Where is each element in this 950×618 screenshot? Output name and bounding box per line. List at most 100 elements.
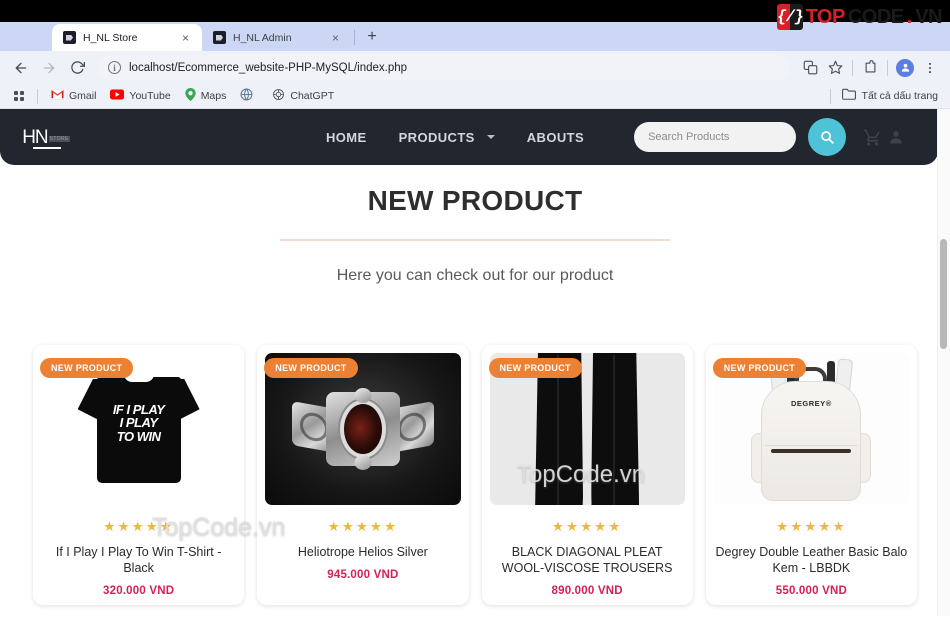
search-area	[634, 118, 847, 156]
address-bar-url: localhost/Ecommerce_website-PHP-MySQL/in…	[129, 61, 408, 74]
nav-link-label: PRODUCTS	[398, 129, 475, 145]
close-icon[interactable]: ×	[328, 30, 343, 45]
bookmark-label: YouTube	[129, 90, 171, 102]
user-icon[interactable]	[888, 129, 904, 145]
browser-tab-admin[interactable]: H_NL Admin ×	[202, 24, 352, 51]
search-box[interactable]	[634, 122, 797, 152]
product-card[interactable]: NEW PRODUCT IF I PLAY I PLAY TO WIN ★★★★…	[33, 344, 245, 605]
tshirt-line-2: I PLAY	[119, 415, 158, 431]
gmail-icon	[50, 89, 65, 103]
product-price: 320.000 VND	[103, 584, 175, 597]
tshirt-line-1: IF I PLAY	[112, 401, 165, 417]
chatgpt-icon	[272, 88, 285, 104]
reload-icon[interactable]	[64, 55, 90, 81]
apps-grid-button[interactable]	[8, 89, 30, 103]
search-icon	[821, 131, 834, 144]
browser-window: {/} TOP CODE. VN H_NL Store × H_NL Admin ×…	[0, 0, 950, 618]
forward-icon	[36, 55, 62, 81]
topcode-brackets-icon: {/}	[775, 4, 804, 30]
page-title: NEW PRODUCT	[367, 185, 583, 216]
scrollbar-thumb[interactable]	[940, 239, 947, 349]
all-bookmarks-button[interactable]: Tất cả dấu trang	[825, 87, 942, 105]
search-input[interactable]	[648, 131, 783, 143]
youtube-icon	[110, 89, 125, 103]
product-price: 550.000 VND	[775, 584, 847, 597]
maps-icon	[184, 88, 196, 104]
rating-stars: ★★★★★	[327, 518, 399, 534]
tab-title: H_NL Store	[83, 31, 138, 44]
bookmark-chatgpt[interactable]: ChatGPT	[266, 86, 340, 106]
nav-link-label: HOME	[326, 129, 367, 145]
status-badge: NEW PRODUCT	[40, 357, 134, 378]
product-title: Degrey Double Leather Basic Balo Kem - L…	[715, 544, 908, 575]
bookmark-globe[interactable]	[234, 86, 264, 106]
logo-text-sub: STORE	[48, 135, 70, 142]
site-info-icon[interactable]: i	[108, 61, 121, 74]
back-icon[interactable]	[8, 55, 34, 81]
chevron-down-icon	[486, 135, 495, 139]
topcode-logo-vn: VN	[915, 5, 942, 28]
bookmark-maps[interactable]: Maps	[179, 86, 233, 106]
rating-stars: ★★★★★	[551, 518, 623, 534]
globe-icon	[240, 88, 253, 104]
product-price: 890.000 VND	[551, 584, 623, 597]
browser-tab-store[interactable]: H_NL Store ×	[52, 24, 202, 51]
product-title: BLACK DIAGONAL PLEAT WOOL-VISCOSE TROUSE…	[501, 544, 673, 575]
product-title: Heliotrope Helios Silver	[297, 544, 428, 559]
product-card[interactable]: NEW PRODUCT ★★★★★ BLACK DIAGONAL PLEAT W…	[481, 344, 693, 605]
toolbar-divider	[887, 59, 888, 76]
bookmark-label: Maps	[200, 90, 227, 102]
rating-stars: ★★★★★	[103, 518, 174, 534]
site-logo[interactable]: HN STORE	[0, 126, 92, 149]
logo-underline	[33, 147, 62, 149]
status-badge: NEW PRODUCT	[264, 357, 358, 378]
toolbar-divider	[852, 59, 853, 76]
search-button[interactable]	[808, 118, 847, 156]
bookmark-gmail[interactable]: Gmail	[45, 87, 102, 105]
translate-icon[interactable]	[798, 56, 822, 80]
new-tab-button[interactable]: +	[359, 24, 385, 50]
browser-toolbar: i localhost/Ecommerce_website-PHP-MySQL/…	[0, 51, 950, 84]
nav-link-home[interactable]: HOME	[310, 130, 383, 145]
bookmark-divider	[829, 88, 831, 104]
address-bar[interactable]: i localhost/Ecommerce_website-PHP-MySQL/…	[98, 55, 790, 80]
section-header: NEW PRODUCT Here you can check out for o…	[0, 165, 950, 285]
topcode-logo-dot: .	[906, 5, 913, 28]
logo-text-main: HN	[22, 126, 48, 148]
topcode-logo-code: CODE	[847, 5, 904, 28]
backpack-illustration: DEGREY®	[749, 357, 873, 503]
profile-avatar[interactable]	[893, 56, 917, 80]
topcode-bracket-glyph: {/}	[775, 8, 804, 26]
nav-link-abouts[interactable]: ABOUTS	[511, 130, 600, 145]
bookmark-label: Gmail	[69, 90, 97, 102]
page-scrollbar[interactable]	[937, 109, 950, 616]
nav-links: HOME PRODUCTS ABOUTS	[310, 130, 600, 145]
nav-link-products[interactable]: PRODUCTS	[383, 130, 511, 145]
tab-divider	[354, 30, 355, 45]
section-subtitle: Here you can check out for our product	[336, 266, 614, 284]
all-bookmarks-label: Tất cả dấu trang	[861, 90, 938, 102]
grid-icon	[14, 91, 24, 101]
bookmark-star-icon[interactable]	[823, 56, 847, 80]
toolbar-icons	[798, 56, 942, 80]
bookmark-youtube[interactable]: YouTube	[104, 87, 176, 105]
admin-favicon	[213, 31, 226, 44]
product-card[interactable]: NEW PRODUCT DEGREY® ★★★★★ Degrey Double …	[705, 344, 917, 605]
product-grid: NEW PRODUCT IF I PLAY I PLAY TO WIN ★★★★…	[0, 344, 950, 605]
rating-stars: ★★★★★	[776, 518, 847, 534]
product-card[interactable]: NEW PRODUCT ★★★★★ Heliotrope Helios Silv…	[257, 344, 469, 605]
product-title: If I Play I Play To Win T-Shirt - Black	[55, 544, 222, 575]
cart-icon[interactable]	[863, 128, 882, 147]
folder-icon	[841, 87, 856, 105]
tshirt-illustration: IF I PLAY I PLAY TO WIN	[77, 365, 200, 483]
ring-illustration	[288, 387, 438, 470]
bookmark-divider	[37, 88, 38, 104]
title-divider	[280, 239, 670, 241]
tab-title: H_NL Admin	[233, 31, 292, 44]
close-icon[interactable]: ×	[178, 30, 193, 45]
chrome-menu-icon[interactable]	[918, 56, 942, 80]
extensions-icon[interactable]	[858, 56, 882, 80]
backpack-brand-label: DEGREY®	[791, 398, 832, 408]
tshirt-line-3: TO WIN	[116, 428, 161, 444]
product-price: 945.000 VND	[327, 568, 399, 581]
